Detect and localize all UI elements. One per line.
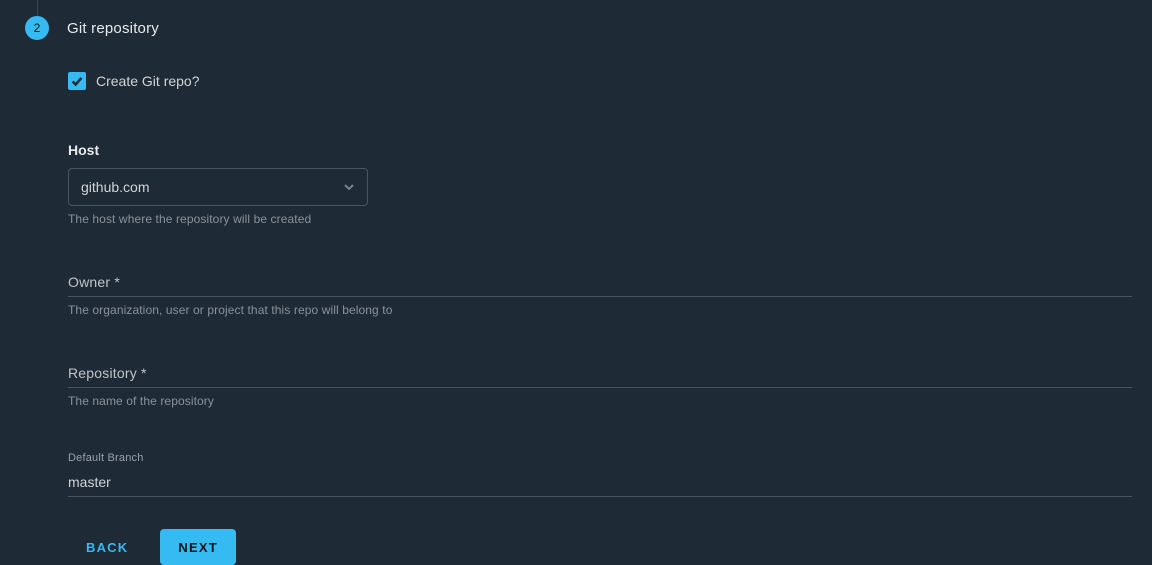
chevron-down-icon (343, 181, 355, 193)
step-content: Create Git repo? Host github.com The hos… (68, 72, 1132, 565)
owner-input-wrap[interactable]: Owner * (68, 274, 1132, 297)
owner-label: Owner * (68, 274, 120, 290)
back-button[interactable]: BACK (68, 529, 146, 565)
repository-field-block: Repository * The name of the repository (68, 365, 1132, 408)
wizard-button-row: BACK NEXT (68, 529, 1132, 565)
host-label: Host (68, 142, 1132, 158)
next-button[interactable]: NEXT (160, 529, 235, 565)
host-field-block: Host github.com The host where the repos… (68, 142, 1132, 226)
stepper-connector (37, 0, 38, 16)
step-number-badge: 2 (25, 16, 49, 40)
repository-helper: The name of the repository (68, 394, 1132, 408)
step-title: Git repository (67, 20, 159, 37)
owner-helper: The organization, user or project that t… (68, 303, 1132, 317)
default-branch-input[interactable] (68, 468, 1132, 497)
create-git-repo-label: Create Git repo? (96, 73, 200, 89)
owner-field-block: Owner * The organization, user or projec… (68, 274, 1132, 317)
host-select-value: github.com (81, 179, 149, 195)
default-branch-field-block: Default Branch (68, 452, 1132, 497)
step-header: 2 Git repository (25, 16, 159, 40)
host-select[interactable]: github.com (68, 168, 368, 206)
host-helper: The host where the repository will be cr… (68, 212, 1132, 226)
create-git-repo-row: Create Git repo? (68, 72, 1132, 90)
repository-label: Repository * (68, 365, 147, 381)
default-branch-label: Default Branch (68, 452, 1132, 464)
check-icon (70, 74, 84, 88)
repository-input-wrap[interactable]: Repository * (68, 365, 1132, 388)
create-git-repo-checkbox[interactable] (68, 72, 86, 90)
